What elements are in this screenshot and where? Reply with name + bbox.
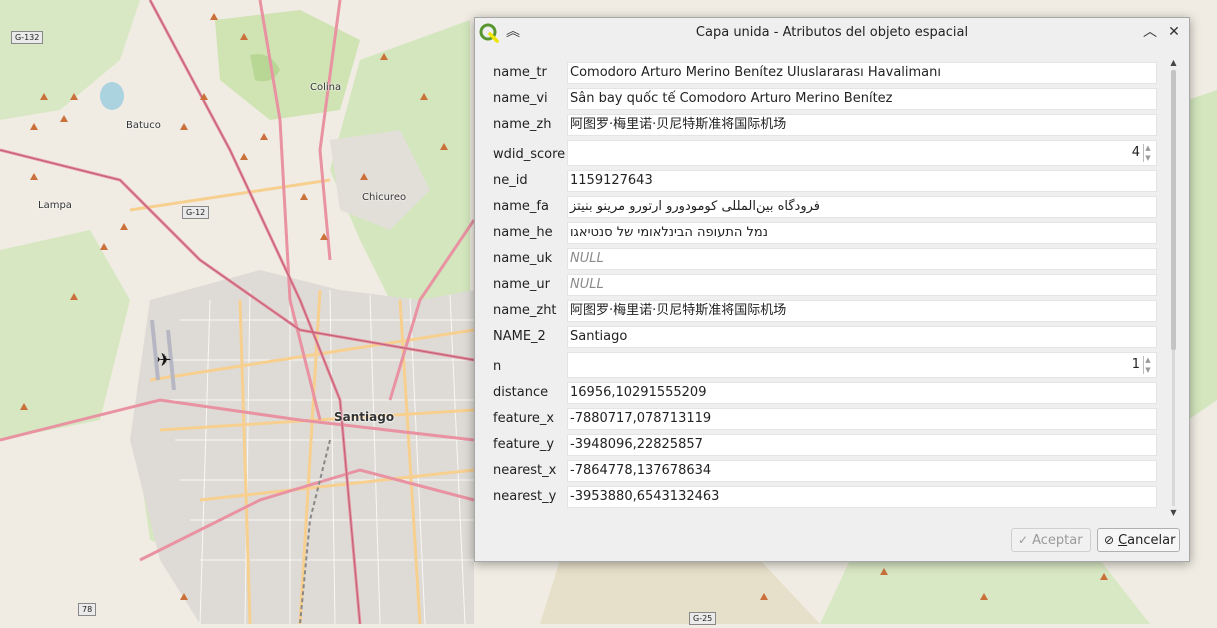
attribute-spinbox[interactable]: 4 ▲ ▼ <box>567 140 1157 166</box>
attribute-row: name_he נמל התעופה הבינלאומי של סנטיאגו <box>485 222 1168 248</box>
attribute-field[interactable]: -7864778,137678634 <box>567 460 1157 482</box>
attribute-row: name_ur NULL <box>485 274 1168 300</box>
attribute-spinbox[interactable]: 1 ▲ ▼ <box>567 352 1157 378</box>
attribute-label: n <box>493 359 502 374</box>
close-icon[interactable]: ✕ <box>1165 23 1183 41</box>
attribute-field[interactable]: 阿图罗·梅里诺·贝尼特斯准将国际机场 <box>567 300 1157 322</box>
form-scrollbar[interactable]: ▲ ▼ <box>1168 58 1179 518</box>
map-label-colina: Colina <box>310 82 342 93</box>
attribute-row: nearest_y -3953880,6543132463 <box>485 486 1168 512</box>
attribute-value: Santiago <box>570 329 628 344</box>
attribute-value: 阿图罗·梅里诺·贝尼特斯准将国际机场 <box>570 303 787 318</box>
attribute-field[interactable]: NULL <box>567 248 1157 270</box>
attribute-value: 1159127643 <box>570 173 653 188</box>
attribute-row: name_zh 阿图罗·梅里诺·贝尼特斯准将国际机场 <box>485 114 1168 140</box>
spin-arrows-icon[interactable]: ▲ ▼ <box>1143 355 1153 375</box>
feature-attributes-dialog: ︽ Capa unida - Atributos del objeto espa… <box>474 17 1190 562</box>
map-label-batuco: Batuco <box>126 120 161 131</box>
cancel-circle-icon: ⊘ <box>1104 533 1115 547</box>
attribute-label: feature_y <box>493 437 555 452</box>
attribute-row: feature_y -3948096,22825857 <box>485 434 1168 460</box>
attribute-row: feature_x -7880717,078713119 <box>485 408 1168 434</box>
attribute-row: ne_id 1159127643 <box>485 170 1168 196</box>
attribute-label: NAME_2 <box>493 329 546 344</box>
attribute-field[interactable]: -7880717,078713119 <box>567 408 1157 430</box>
accept-label: Aceptar <box>1032 533 1083 548</box>
attribute-value: 1 <box>1131 357 1140 372</box>
scroll-up-arrow-icon[interactable]: ▲ <box>1168 58 1179 68</box>
attribute-label: name_he <box>493 225 553 240</box>
attribute-value: -7864778,137678634 <box>570 463 712 478</box>
map-label-lampa: Lampa <box>38 200 72 211</box>
road-shield: G-25 <box>689 612 717 625</box>
attribute-label: name_zh <box>493 117 552 132</box>
attribute-label: ne_id <box>493 173 528 188</box>
attribute-field[interactable]: فرودگاه بین‌المللی کومودورو ارتورو مرینو… <box>567 196 1157 218</box>
attribute-row: name_tr Comodoro Arturo Merino Benítez Ul… <box>485 62 1168 88</box>
attribute-label: name_zht <box>493 303 557 318</box>
attribute-field[interactable]: -3953880,6543132463 <box>567 486 1157 508</box>
attribute-label: name_vi <box>493 91 548 106</box>
attribute-value: -3953880,6543132463 <box>570 489 720 504</box>
road-shield: G-12 <box>182 206 210 219</box>
attribute-row: nearest_x -7864778,137678634 <box>485 460 1168 486</box>
scroll-thumb[interactable] <box>1171 70 1176 350</box>
road-shield: G-132 <box>11 31 44 44</box>
attribute-value: 4 <box>1131 145 1140 160</box>
attribute-value: 阿图罗·梅里诺·贝尼特斯准将国际机场 <box>570 117 787 132</box>
attribute-value: -7880717,078713119 <box>570 411 712 426</box>
attribute-row: name_uk NULL <box>485 248 1168 274</box>
attribute-field[interactable]: 16956,10291555209 <box>567 382 1157 404</box>
scroll-down-arrow-icon[interactable]: ▼ <box>1168 508 1179 518</box>
attribute-field[interactable]: NULL <box>567 274 1157 296</box>
attribute-row: wdid_score 4 ▲ ▼ <box>485 140 1168 170</box>
attribute-field[interactable]: 1159127643 <box>567 170 1157 192</box>
attribute-label: name_ur <box>493 277 550 292</box>
attribute-row: name_zht 阿图罗·梅里诺·贝尼特斯准将国际机场 <box>485 300 1168 326</box>
attribute-value: -3948096,22825857 <box>570 437 703 452</box>
attribute-label: name_tr <box>493 65 547 80</box>
attribute-row: name_vi Sân bay quốc tế Comodoro Arturo M… <box>485 88 1168 114</box>
attribute-form: name_tr Comodoro Arturo Merino Benítez Ul… <box>485 58 1168 517</box>
attribute-field[interactable]: Comodoro Arturo Merino Benítez Uluslarar… <box>567 62 1157 84</box>
attribute-row: name_fa فرودگاه بین‌المللی کومودورو ارتور… <box>485 196 1168 222</box>
attribute-row: n 1 ▲ ▼ <box>485 352 1168 382</box>
attribute-label: nearest_x <box>493 463 557 478</box>
attribute-label: feature_x <box>493 411 555 426</box>
cancel-label: Cancelar <box>1118 533 1176 548</box>
attribute-field[interactable]: Sân bay quốc tế Comodoro Arturo Merino B… <box>567 88 1157 110</box>
attribute-label: name_uk <box>493 251 553 266</box>
attribute-field[interactable]: Santiago <box>567 326 1157 348</box>
attribute-value: 16956,10291555209 <box>570 385 707 400</box>
dialog-title: Capa unida - Atributos del objeto espaci… <box>695 25 969 40</box>
attribute-label: nearest_y <box>493 489 557 504</box>
attribute-row: distance 16956,10291555209 <box>485 382 1168 408</box>
cancel-button[interactable]: ⊘ Cancelar <box>1097 528 1180 552</box>
attribute-field[interactable]: -3948096,22825857 <box>567 434 1157 456</box>
chevron-up-icon[interactable]: ︿ <box>1141 23 1159 41</box>
attribute-value: Sân bay quốc tế Comodoro Arturo Merino B… <box>570 91 893 106</box>
attribute-value: فرودگاه بین‌المللی کومودورو ارتورو مرینو… <box>570 199 820 214</box>
attribute-value: נמל התעופה הבינלאומי של סנטיאגו <box>570 225 768 240</box>
road-shield: 78 <box>78 603 97 616</box>
attribute-field[interactable]: 阿图罗·梅里诺·贝尼特斯准将国际机场 <box>567 114 1157 136</box>
attribute-value: NULL <box>570 251 604 266</box>
attribute-value: NULL <box>570 277 604 292</box>
attribute-row: NAME_2 Santiago <box>485 326 1168 352</box>
attribute-field[interactable]: נמל התעופה הבינלאומי של סנטיאגו <box>567 222 1157 244</box>
attribute-value: Comodoro Arturo Merino Benítez Uluslarar… <box>570 65 941 80</box>
spin-arrows-icon[interactable]: ▲ ▼ <box>1143 143 1153 163</box>
map-label-santiago: Santiago <box>334 410 395 424</box>
attribute-label: distance <box>493 385 549 400</box>
map-label-chicureo: Chicureo <box>362 192 407 203</box>
accept-button[interactable]: ✓ Aceptar <box>1011 528 1091 552</box>
dialog-titlebar[interactable]: ︽ Capa unida - Atributos del objeto espa… <box>475 18 1189 48</box>
attribute-label: name_fa <box>493 199 549 214</box>
check-icon: ✓ <box>1018 533 1029 547</box>
airplane-icon[interactable]: ✈ <box>154 351 174 371</box>
attribute-label: wdid_score <box>493 147 566 162</box>
